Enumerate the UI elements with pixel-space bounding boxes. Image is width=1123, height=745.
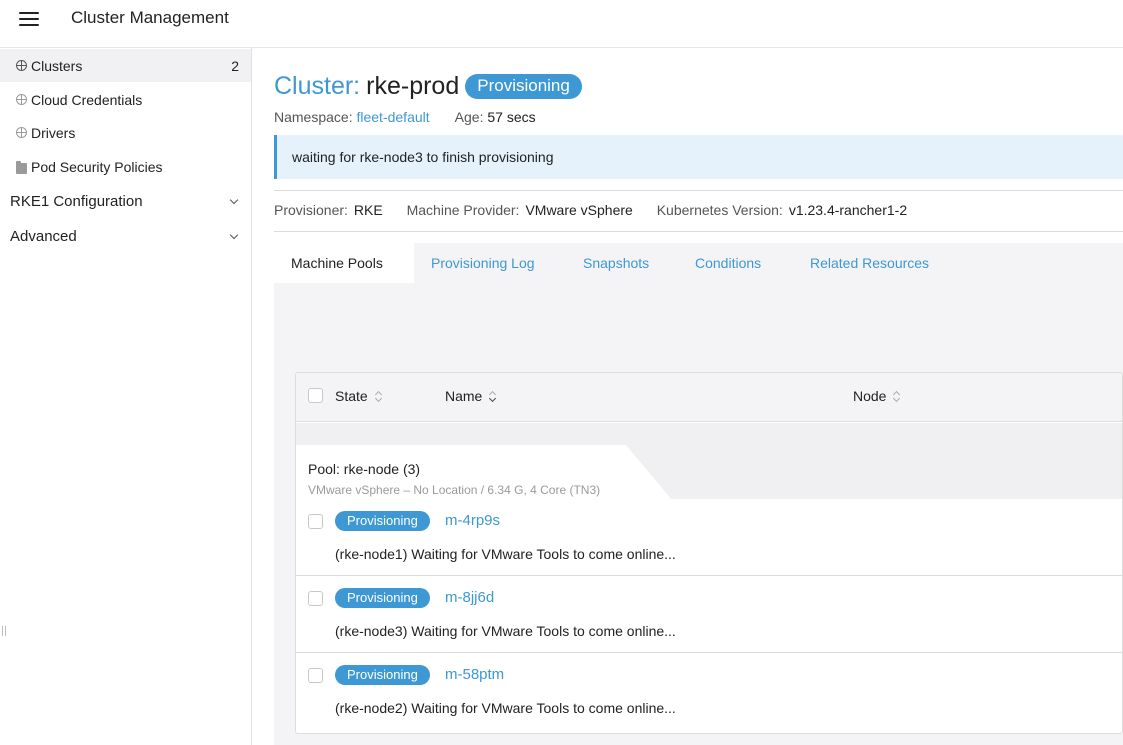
status-badge: Provisioning — [335, 665, 430, 685]
row-message: (rke-node3) Waiting for VMware Tools to … — [335, 623, 676, 639]
machine-name-link[interactable]: m-4rp9s — [445, 512, 500, 529]
machine-provider-label: Machine Provider: — [406, 202, 520, 218]
status-badge: Provisioning — [465, 74, 582, 99]
chevron-down-icon — [229, 230, 239, 240]
cluster-details: Provisioner: RKE Machine Provider: VMware … — [274, 202, 927, 218]
kubernetes-version-label: Kubernetes Version: — [656, 202, 783, 218]
sidebar-group-label: RKE1 Configuration — [10, 193, 143, 210]
table-header: State Name Node — [296, 373, 1122, 422]
globe-icon — [16, 127, 27, 138]
age-label: Age: — [454, 109, 484, 125]
status-badge: Provisioning — [335, 511, 430, 531]
sidebar-item-count: 2 — [231, 57, 239, 74]
cluster-meta: Namespace: fleet-default Age: 57 secs — [274, 109, 536, 125]
tab-machine-pools[interactable]: Machine Pools — [274, 243, 414, 283]
column-header-name[interactable]: Name — [445, 388, 497, 404]
sidebar-resize-handle[interactable] — [2, 626, 6, 636]
row-message: (rke-node2) Waiting for VMware Tools to … — [335, 700, 676, 716]
sort-icon — [374, 390, 383, 402]
tab-snapshots[interactable]: Snapshots — [583, 243, 649, 283]
namespace-label: Namespace: — [274, 109, 353, 125]
cluster-name: rke-prod — [366, 72, 460, 100]
column-header-state[interactable]: State — [335, 388, 383, 404]
app-title: Cluster Management — [71, 8, 229, 27]
status-badge: Provisioning — [335, 588, 430, 608]
main-content: Cluster: rke-prod Provisioning Namespace… — [274, 48, 1123, 745]
sidebar-item-pod-security-policies[interactable]: Pod Security Policies — [0, 150, 251, 183]
column-header-label: State — [335, 388, 368, 404]
kubernetes-version-value: v1.23.4-rancher1-2 — [788, 202, 908, 218]
age-value: 57 secs — [487, 109, 536, 125]
provisioner-label: Provisioner: — [274, 202, 348, 218]
sidebar: Clusters 2 Cloud Credentials Drivers Pod… — [0, 48, 252, 745]
machine-provider-value: VMware vSphere — [525, 202, 633, 218]
row-checkbox[interactable] — [308, 514, 323, 529]
divider — [274, 190, 1123, 191]
select-all-checkbox[interactable] — [308, 388, 323, 403]
tab-conditions[interactable]: Conditions — [695, 243, 761, 283]
menu-icon[interactable] — [19, 12, 39, 26]
machine-name-link[interactable]: m-58ptm — [445, 666, 504, 683]
namespace-link[interactable]: fleet-default — [356, 109, 429, 125]
table-row: Provisioning m-8jj6d (rke-node3) Waiting… — [296, 576, 1122, 653]
globe-icon — [16, 60, 27, 71]
column-header-label: Node — [853, 388, 887, 404]
column-header-node[interactable]: Node — [853, 388, 901, 404]
table-row: Provisioning m-58ptm (rke-node2) Waiting… — [296, 653, 1122, 730]
tab-provisioning-log[interactable]: Provisioning Log — [431, 243, 535, 283]
sidebar-item-label: Pod Security Policies — [31, 158, 163, 175]
sidebar-item-drivers[interactable]: Drivers — [0, 116, 251, 149]
pool-title: Pool: rke-node (3) — [308, 461, 421, 477]
pool-group-tab: Pool: rke-node (3) VMware vSphere – No L… — [296, 445, 672, 500]
tab-bar: Machine Pools Provisioning Log Snapshots… — [274, 243, 1123, 283]
divider — [274, 231, 1123, 232]
sidebar-item-clusters[interactable]: Clusters 2 — [0, 49, 251, 82]
sidebar-item-cloud-credentials[interactable]: Cloud Credentials — [0, 83, 251, 116]
sort-icon — [488, 390, 497, 402]
page-title: Cluster: rke-prod Provisioning — [274, 72, 582, 101]
sidebar-group-advanced[interactable]: Advanced — [0, 220, 251, 253]
sidebar-item-label: Cloud Credentials — [31, 91, 143, 108]
globe-icon — [16, 94, 27, 105]
sidebar-item-label: Clusters — [31, 57, 83, 74]
sidebar-group-label: Advanced — [10, 228, 77, 245]
pool-group-header: Pool: rke-node (3) VMware vSphere – No L… — [296, 423, 1122, 500]
row-message: (rke-node1) Waiting for VMware Tools to … — [335, 546, 676, 562]
provisioner-value: RKE — [353, 202, 383, 218]
sort-icon — [892, 390, 901, 402]
folder-icon — [16, 161, 27, 174]
column-header-label: Name — [445, 388, 483, 404]
machines-table: State Name Node Pool: rke-node (3) VMwar… — [295, 372, 1123, 734]
row-checkbox[interactable] — [308, 591, 323, 606]
chevron-down-icon — [229, 195, 239, 205]
tab-related-resources[interactable]: Related Resources — [810, 243, 929, 283]
banner-message: waiting for rke-node3 to finish provisio… — [292, 149, 554, 165]
sidebar-item-label: Drivers — [31, 124, 76, 141]
sidebar-group-rke1-configuration[interactable]: RKE1 Configuration — [0, 185, 251, 218]
table-row: Provisioning m-4rp9s (rke-node1) Waiting… — [296, 499, 1122, 576]
top-bar: Cluster Management — [0, 0, 1123, 48]
machine-name-link[interactable]: m-8jj6d — [445, 589, 494, 606]
page-title-prefix: Cluster: — [274, 72, 361, 100]
info-banner: waiting for rke-node3 to finish provisio… — [274, 135, 1123, 179]
tab-content-panel: State Name Node Pool: rke-node (3) VMwar… — [274, 283, 1123, 745]
pool-subtitle: VMware vSphere – No Location / 6.34 G, 4… — [308, 483, 601, 497]
row-checkbox[interactable] — [308, 668, 323, 683]
